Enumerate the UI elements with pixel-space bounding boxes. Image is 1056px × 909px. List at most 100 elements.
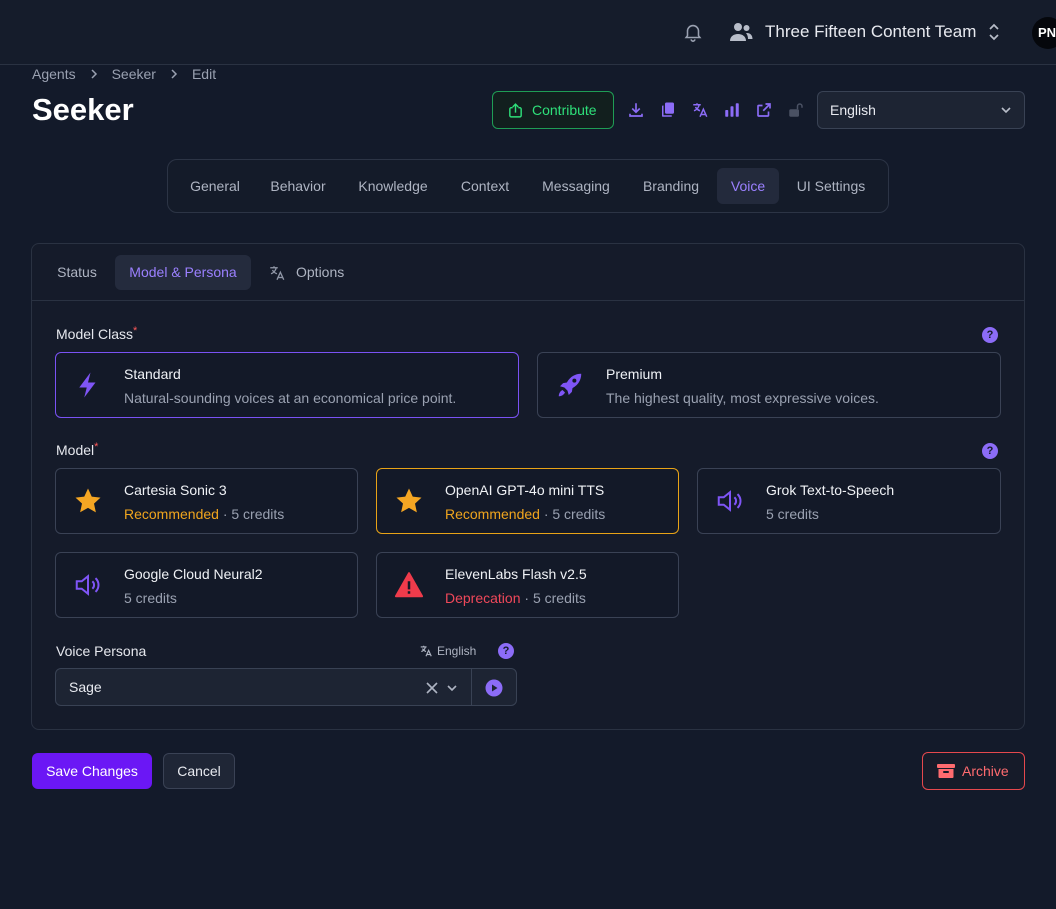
tab-context[interactable]: Context xyxy=(448,168,522,204)
analytics-icon[interactable] xyxy=(723,101,741,119)
subtab-options[interactable]: Options xyxy=(260,255,356,290)
contribute-label: Contribute xyxy=(532,102,597,118)
option-title: Premium xyxy=(606,366,663,382)
team-name[interactable]: Three Fifteen Content Team xyxy=(765,22,976,42)
contribute-button[interactable]: Contribute xyxy=(492,91,614,129)
avatar[interactable]: PN xyxy=(1032,17,1056,49)
top-bar: Three Fifteen Content Team PN xyxy=(0,0,1056,65)
warning-icon xyxy=(394,572,424,598)
option-meta: Deprecation · 5 credits xyxy=(445,590,586,606)
star-icon xyxy=(75,488,101,513)
recommended-tag: Recommended xyxy=(445,506,540,522)
model-class-premium[interactable]: Premium The highest quality, most expres… xyxy=(537,352,1001,418)
option-title: ElevenLabs Flash v2.5 xyxy=(445,566,587,582)
subtab-options-label: Options xyxy=(296,264,345,280)
model-label: Model* xyxy=(56,441,99,458)
tab-general[interactable]: General xyxy=(176,168,254,204)
chevron-updown-icon[interactable] xyxy=(987,23,1001,41)
translate-icon xyxy=(270,265,285,280)
subtab-model-persona[interactable]: Model & Persona xyxy=(115,255,251,290)
voice-persona-label: Voice Persona xyxy=(56,643,147,659)
credits: 5 credits xyxy=(124,590,177,606)
help-icon[interactable]: ? xyxy=(982,443,998,459)
voice-persona-select[interactable]: Sage xyxy=(55,668,517,706)
option-title: Cartesia Sonic 3 xyxy=(124,482,227,498)
option-title: Standard xyxy=(124,366,181,382)
model-option-grok-tts[interactable]: Grok Text-to-Speech 5 credits xyxy=(697,468,1001,534)
option-title: OpenAI GPT-4o mini TTS xyxy=(445,482,605,498)
credits: · 5 credits xyxy=(218,506,285,522)
deprecation-tag: Deprecation xyxy=(445,590,521,606)
help-icon[interactable]: ? xyxy=(498,643,514,659)
archive-icon xyxy=(937,764,955,778)
bolt-icon xyxy=(79,372,96,398)
rocket-icon xyxy=(558,373,582,397)
tab-behavior[interactable]: Behavior xyxy=(258,168,338,204)
voice-persona-value: Sage xyxy=(69,679,102,695)
chevron-right-icon xyxy=(91,69,97,79)
voice-persona-language-text: English xyxy=(437,644,477,658)
breadcrumb-seeker[interactable]: Seeker xyxy=(112,66,156,82)
option-description: The highest quality, most expressive voi… xyxy=(606,390,879,406)
download-icon[interactable] xyxy=(627,101,645,119)
cancel-button[interactable]: Cancel xyxy=(163,753,235,789)
translate-icon[interactable] xyxy=(691,101,709,119)
speaker-icon xyxy=(717,490,742,512)
model-label-text: Model xyxy=(56,442,95,458)
copy-icon[interactable] xyxy=(659,101,677,119)
option-title: Google Cloud Neural2 xyxy=(124,566,263,582)
option-meta: Recommended · 5 credits xyxy=(445,506,605,522)
clear-icon[interactable] xyxy=(425,681,439,695)
option-title: Grok Text-to-Speech xyxy=(766,482,895,498)
model-option-google-cloud-neural2[interactable]: Google Cloud Neural2 5 credits xyxy=(55,552,358,618)
model-option-cartesia-sonic-3[interactable]: Cartesia Sonic 3 Recommended · 5 credits xyxy=(55,468,358,534)
play-preview-icon[interactable] xyxy=(485,679,503,697)
language-select[interactable]: English xyxy=(817,91,1025,129)
model-class-label-text: Model Class xyxy=(56,326,134,342)
external-link-icon[interactable] xyxy=(755,101,773,119)
archive-label: Archive xyxy=(962,763,1009,779)
option-meta: 5 credits xyxy=(766,506,819,522)
bell-icon[interactable] xyxy=(682,21,704,43)
voice-persona-language[interactable]: English xyxy=(419,644,476,658)
credits: · 5 credits xyxy=(520,590,586,606)
tab-knowledge[interactable]: Knowledge xyxy=(344,168,442,204)
star-icon xyxy=(396,488,422,513)
divider xyxy=(471,669,472,705)
chevron-right-icon xyxy=(171,69,178,79)
option-meta: Recommended · 5 credits xyxy=(124,506,284,522)
tab-ui-settings[interactable]: UI Settings xyxy=(785,168,877,204)
share-upload-icon xyxy=(509,102,522,118)
page-title: Seeker xyxy=(32,92,134,127)
save-changes-button[interactable]: Save Changes xyxy=(32,753,152,789)
chevron-down-icon xyxy=(1001,107,1011,114)
archive-button[interactable]: Archive xyxy=(922,752,1025,790)
users-icon xyxy=(730,23,753,41)
chevron-down-icon[interactable] xyxy=(446,682,458,694)
sub-tabs: Status Model & Persona Options xyxy=(32,244,1024,301)
option-meta: 5 credits xyxy=(124,590,177,606)
credits: · 5 credits xyxy=(539,506,606,522)
model-class-standard[interactable]: Standard Natural-sounding voices at an e… xyxy=(55,352,519,418)
recommended-tag: Recommended xyxy=(124,506,219,522)
tab-messaging[interactable]: Messaging xyxy=(528,168,624,204)
model-option-elevenlabs-flash-v2-5[interactable]: ElevenLabs Flash v2.5 Deprecation · 5 cr… xyxy=(376,552,679,618)
required-asterisk: * xyxy=(133,325,138,337)
unlock-icon[interactable] xyxy=(787,101,805,119)
translate-icon xyxy=(420,645,432,657)
breadcrumb-agents[interactable]: Agents xyxy=(32,66,76,82)
tab-branding[interactable]: Branding xyxy=(630,168,712,204)
tab-voice[interactable]: Voice xyxy=(717,168,779,204)
subtab-status[interactable]: Status xyxy=(46,255,108,290)
required-asterisk: * xyxy=(94,441,99,453)
help-icon[interactable]: ? xyxy=(982,327,998,343)
breadcrumb-edit: Edit xyxy=(191,66,217,82)
speaker-icon xyxy=(75,574,100,596)
breadcrumb: Agents Seeker Edit xyxy=(32,66,216,82)
option-description: Natural-sounding voices at an economical… xyxy=(124,390,457,406)
model-class-label: Model Class* xyxy=(56,325,138,342)
main-tabs: General Behavior Knowledge Context Messa… xyxy=(167,159,889,213)
language-select-value: English xyxy=(830,102,876,118)
model-option-openai-gpt-4o-mini-tts[interactable]: OpenAI GPT-4o mini TTS Recommended · 5 c… xyxy=(376,468,679,534)
credits: 5 credits xyxy=(766,506,819,522)
